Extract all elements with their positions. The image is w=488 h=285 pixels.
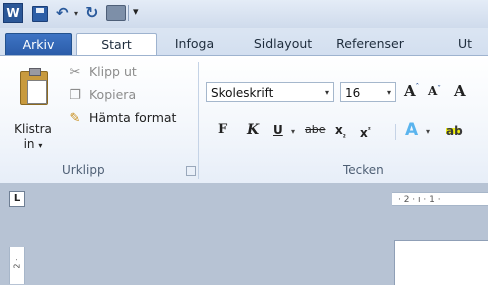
font-name-value: Skoleskrift [211,86,274,100]
paste-dropdown-icon[interactable]: ▾ [38,141,42,150]
paste-label: Klistra [14,122,52,136]
shrink-arrow-icon: ˇ [437,84,441,93]
undo-icon[interactable]: ↶ [56,4,69,24]
format-painter-label: Hämta format [88,110,177,125]
subscript-mark: ₂ [342,131,346,140]
grow-font-icon: A [404,82,416,100]
grow-arrow-icon: ˆ [415,82,420,91]
format-painter-button[interactable]: ✎ Hämta format [65,108,177,128]
copy-icon: ❐ [69,88,81,103]
ribbon-start: Klistra in ▾ ✂ Klipp ut ❐ Kopiera ✎ Hämt… [0,55,488,184]
font-name-combobox[interactable]: Skoleskrift ▾ [206,82,334,102]
paste-label-2: in [23,137,35,151]
save-icon[interactable] [32,6,48,22]
highlight-icon[interactable]: ab [446,125,463,137]
ribbon-tabs: Arkiv Start Infoga Sidlayout Referenser … [0,28,488,57]
vertical-ruler-number: 2 · [12,258,22,269]
underline-button[interactable]: U [273,120,283,140]
cut-label: Klipp ut [88,64,137,79]
bold-button[interactable]: F [218,120,227,140]
document-workspace: L · 2 · ı · 1 · 2 · [0,183,488,285]
qat-separator [128,5,129,21]
tab-sidlayout[interactable]: Sidlayout [245,33,321,55]
tab-referenser[interactable]: Referenser [330,33,410,55]
print-preview-icon[interactable] [106,5,126,21]
undo-dropdown-icon[interactable]: ▾ [74,9,78,29]
italic-button[interactable]: K [247,120,259,140]
change-case-button[interactable]: A [454,82,466,100]
paintbrush-icon: ✎ [69,111,81,126]
vertical-ruler[interactable]: 2 · [9,247,25,284]
shrink-font-button[interactable]: Aˇ [428,84,441,98]
grow-font-button[interactable]: Aˆ [404,82,419,100]
document-page[interactable] [394,240,488,285]
shrink-font-icon: A [428,84,438,98]
customize-qat-icon[interactable]: ▾ [133,5,139,25]
cut-button[interactable]: ✂ Klipp ut [65,62,137,82]
chevron-down-icon[interactable]: ▾ [325,83,329,103]
horizontal-ruler[interactable]: · 2 · ı · 1 · [392,192,488,206]
clipboard-group-label: Urklipp [62,163,105,177]
scissors-icon: ✂ [69,65,81,80]
tab-stop-selector-icon[interactable]: L [9,191,25,207]
redo-icon[interactable]: ↻ [85,3,98,23]
font-size-combobox[interactable]: 16 ▾ [340,82,396,102]
text-effects-dropdown-icon[interactable]: ▾ [426,122,430,142]
paste-icon[interactable] [20,68,48,105]
clipboard-dialog-launcher-icon[interactable] [186,166,196,176]
underline-dropdown-icon[interactable]: ▾ [291,122,295,142]
copy-button[interactable]: ❐ Kopiera [65,85,136,105]
strikethrough-button[interactable]: abe [305,120,326,140]
tab-arkiv[interactable]: Arkiv [5,33,72,56]
tab-infoga[interactable]: Infoga [163,33,226,55]
subscript-button[interactable]: x₂ [335,120,346,140]
chevron-down-icon[interactable]: ▾ [387,83,391,103]
paste-button[interactable]: Klistra in ▾ [4,122,62,153]
copy-label: Kopiera [88,87,137,102]
font-size-value: 16 [345,86,361,100]
quick-access-toolbar: W ↶ ▾ ↻ ▾ [0,0,488,29]
superscript-base: x [360,126,368,140]
subscript-base: x [335,123,343,137]
group-separator [198,62,199,179]
text-effects-icon[interactable]: A [405,120,418,140]
toolbar-separator [395,124,396,140]
font-group-label: Tecken [343,163,384,177]
superscript-mark: ² [367,126,371,134]
tab-utskick[interactable]: Ut [458,33,488,55]
tab-start[interactable]: Start [76,33,157,57]
word-app-icon[interactable]: W [3,3,23,23]
superscript-button[interactable]: x² [360,120,371,140]
